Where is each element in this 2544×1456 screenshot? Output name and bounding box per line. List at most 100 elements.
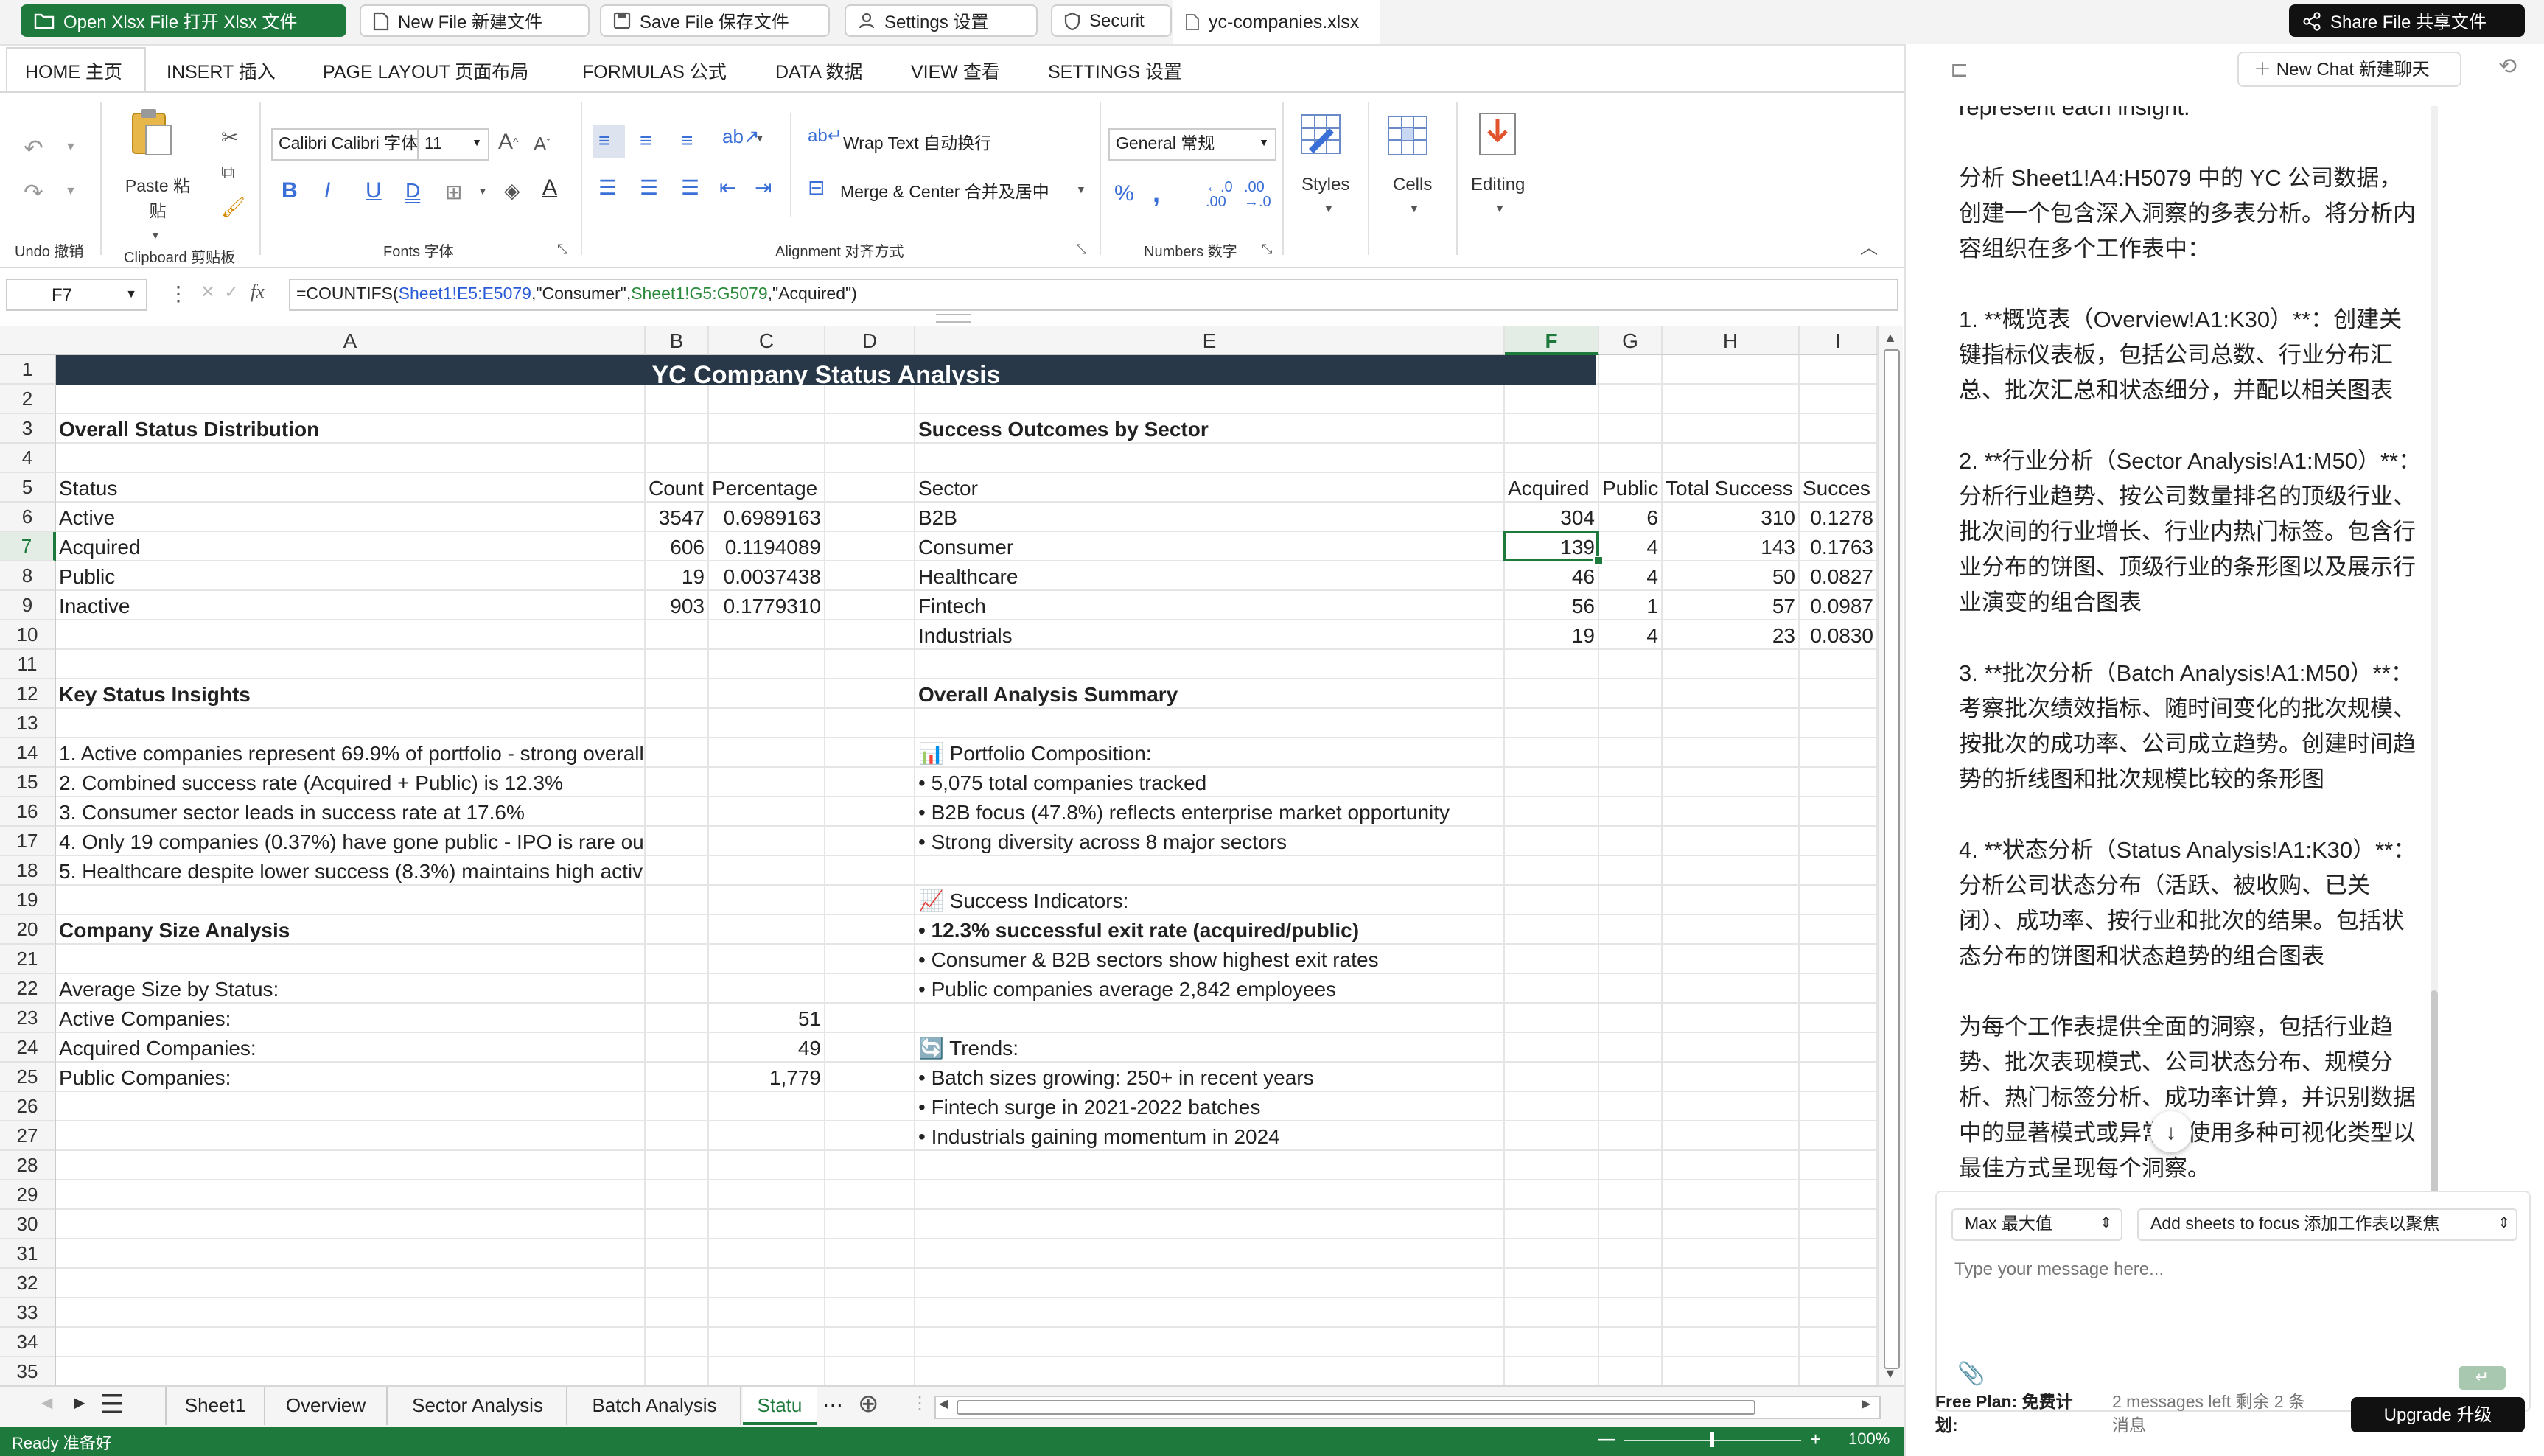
name-box[interactable]: F7 ▼ bbox=[6, 279, 147, 311]
cell-a18[interactable]: 5. Healthcare despite lower success (8.3… bbox=[59, 856, 643, 886]
cell-f10[interactable]: 19 bbox=[1505, 620, 1595, 650]
align-center-icon[interactable]: ☰ bbox=[640, 175, 658, 200]
align-bottom-icon[interactable]: ≡ bbox=[681, 128, 693, 152]
cell-i9[interactable]: 0.0987 bbox=[1800, 591, 1873, 620]
row-header[interactable]: 13 bbox=[0, 709, 56, 738]
fill-color-icon[interactable]: ◈ bbox=[504, 178, 520, 203]
row-header[interactable]: 27 bbox=[0, 1121, 56, 1151]
editing-dropdown-icon[interactable]: ▼ bbox=[1495, 205, 1505, 215]
cell-e5[interactable]: Sector bbox=[918, 473, 1502, 503]
cell-e14[interactable]: 📊 Portfolio Composition: bbox=[918, 738, 1502, 768]
cell-h8[interactable]: 50 bbox=[1663, 561, 1795, 591]
borders-dropdown-icon[interactable]: ▼ bbox=[478, 187, 488, 197]
row-header[interactable]: 29 bbox=[0, 1180, 56, 1210]
horizontal-scroll-thumb[interactable] bbox=[957, 1400, 1755, 1415]
styles-button[interactable]: Styles bbox=[1301, 174, 1349, 195]
cell-h9[interactable]: 57 bbox=[1663, 591, 1795, 620]
cell-e15[interactable]: • 5,075 total companies tracked bbox=[918, 768, 1502, 797]
double-underline-icon[interactable]: D bbox=[405, 178, 420, 202]
cell-a7[interactable]: Acquired bbox=[59, 532, 643, 561]
row-header[interactable]: 15 bbox=[0, 768, 56, 797]
toggle-sidebar-icon[interactable]: ⊏ bbox=[1950, 56, 1968, 83]
chat-scrollbar[interactable] bbox=[2431, 106, 2438, 1220]
cell-e10[interactable]: Industrials bbox=[918, 620, 1502, 650]
more-options-icon[interactable]: ⋮ bbox=[168, 281, 189, 307]
column-header-h[interactable]: H bbox=[1663, 326, 1800, 355]
cell-e12[interactable]: Overall Analysis Summary bbox=[918, 679, 1502, 709]
cell-a15[interactable]: 2. Combined success rate (Acquired + Pub… bbox=[59, 768, 643, 797]
align-left-icon[interactable]: ☰ bbox=[598, 175, 617, 200]
more-sheets-icon[interactable]: ⋯ bbox=[822, 1393, 843, 1418]
open-xlsx-button[interactable]: Open Xlsx File 打开 Xlsx 文件 bbox=[21, 4, 346, 37]
cell-i5[interactable]: Succes bbox=[1803, 473, 1881, 503]
chat-message-input[interactable] bbox=[1951, 1251, 2517, 1287]
scroll-to-bottom-icon[interactable]: ↓ bbox=[2150, 1111, 2192, 1152]
tab-insert[interactable]: INSERT 插入 bbox=[149, 47, 293, 91]
row-header[interactable]: 32 bbox=[0, 1269, 56, 1298]
cell-h10[interactable]: 23 bbox=[1663, 620, 1795, 650]
confirm-edit-icon[interactable]: ✓ bbox=[224, 281, 239, 302]
cell-a5[interactable]: Status bbox=[59, 473, 643, 503]
cell-b9[interactable]: 903 bbox=[646, 591, 705, 620]
increase-indent-icon[interactable]: ⇥ bbox=[755, 175, 772, 200]
row-header[interactable]: 3 bbox=[0, 414, 56, 444]
row-header[interactable]: 14 bbox=[0, 738, 56, 768]
cell-c24[interactable]: 49 bbox=[709, 1033, 821, 1063]
sheet-tab[interactable]: Sector Analysis bbox=[389, 1387, 567, 1425]
scroll-up-icon[interactable]: ▲ bbox=[1884, 330, 1897, 345]
bold-icon[interactable]: B bbox=[282, 178, 298, 203]
upgrade-button[interactable]: Upgrade 升级 bbox=[2351, 1397, 2525, 1432]
cell-i6[interactable]: 0.1278 bbox=[1800, 503, 1873, 532]
cells-icon[interactable] bbox=[1385, 113, 1436, 164]
italic-icon[interactable]: I bbox=[324, 178, 330, 203]
cell-i8[interactable]: 0.0827 bbox=[1800, 561, 1873, 591]
cell-b5[interactable]: Count bbox=[649, 473, 712, 503]
cell-g10[interactable]: 4 bbox=[1599, 620, 1658, 650]
column-header-c[interactable]: C bbox=[709, 326, 825, 355]
row-header[interactable]: 20 bbox=[0, 915, 56, 945]
cells-dropdown-icon[interactable]: ▼ bbox=[1409, 205, 1419, 215]
merge-dropdown-icon[interactable]: ▼ bbox=[1076, 186, 1086, 196]
cell-f5[interactable]: Acquired bbox=[1508, 473, 1602, 503]
cell-g5[interactable]: Public bbox=[1602, 473, 1666, 503]
vertical-scroll-thumb[interactable] bbox=[1884, 349, 1900, 1369]
increase-decimal-icon[interactable]: ←.0.00 bbox=[1206, 181, 1233, 211]
cells-button[interactable]: Cells bbox=[1393, 174, 1432, 195]
align-right-icon[interactable]: ☰ bbox=[681, 175, 699, 200]
tab-page-layout[interactable]: PAGE LAYOUT 页面布局 bbox=[305, 47, 546, 91]
scroll-left-icon[interactable]: ◀ bbox=[939, 1397, 948, 1410]
cell-e6[interactable]: B2B bbox=[918, 503, 1502, 532]
add-sheet-icon[interactable]: ⊕ bbox=[858, 1390, 879, 1419]
cell-e21[interactable]: • Consumer & B2B sectors show highest ex… bbox=[918, 945, 1502, 974]
cell-b6[interactable]: 3547 bbox=[646, 503, 705, 532]
paste-button-label[interactable]: Paste 粘贴 bbox=[118, 175, 198, 225]
cell-a12[interactable]: Key Status Insights bbox=[59, 679, 643, 709]
fill-handle[interactable] bbox=[1593, 556, 1604, 566]
underline-icon[interactable]: U bbox=[366, 178, 382, 203]
row-header[interactable]: 1 bbox=[0, 355, 56, 385]
decrease-decimal-icon[interactable]: .00 →.0 bbox=[1244, 181, 1271, 211]
cell-a25[interactable]: Public Companies: bbox=[59, 1063, 643, 1092]
column-header-d[interactable]: D bbox=[825, 326, 915, 355]
cell-e25[interactable]: • Batch sizes growing: 250+ in recent ye… bbox=[918, 1063, 1502, 1092]
cell-c8[interactable]: 0.0037438 bbox=[709, 561, 821, 591]
row-header[interactable]: 17 bbox=[0, 827, 56, 856]
horizontal-scrollbar[interactable]: ◀ ▶ bbox=[934, 1396, 1881, 1419]
row-header[interactable]: 21 bbox=[0, 945, 56, 974]
cell-e26[interactable]: • Fintech surge in 2021-2022 batches bbox=[918, 1092, 1502, 1121]
cell-e7[interactable]: Consumer bbox=[918, 532, 1502, 561]
format-painter-icon[interactable]: 🖌 bbox=[221, 196, 245, 220]
row-header[interactable]: 22 bbox=[0, 974, 56, 1004]
cell-a17[interactable]: 4. Only 19 companies (0.37%) have gone p… bbox=[59, 827, 643, 856]
row-header[interactable]: 35 bbox=[0, 1357, 56, 1387]
title-banner[interactable]: YC Company Status Analysis bbox=[56, 355, 1596, 385]
row-header[interactable]: 23 bbox=[0, 1004, 56, 1033]
row-header[interactable]: 6 bbox=[0, 503, 56, 532]
tab-view[interactable]: VIEW 查看 bbox=[893, 47, 1018, 91]
cell-e3[interactable]: Success Outcomes by Sector bbox=[918, 414, 1502, 444]
row-header[interactable]: 34 bbox=[0, 1328, 56, 1357]
row-header[interactable]: 11 bbox=[0, 650, 56, 679]
share-file-button[interactable]: Share File 共享文件 bbox=[2289, 4, 2525, 37]
zoom-out-icon[interactable]: — bbox=[1598, 1428, 1615, 1449]
paste-icon[interactable] bbox=[124, 105, 189, 164]
